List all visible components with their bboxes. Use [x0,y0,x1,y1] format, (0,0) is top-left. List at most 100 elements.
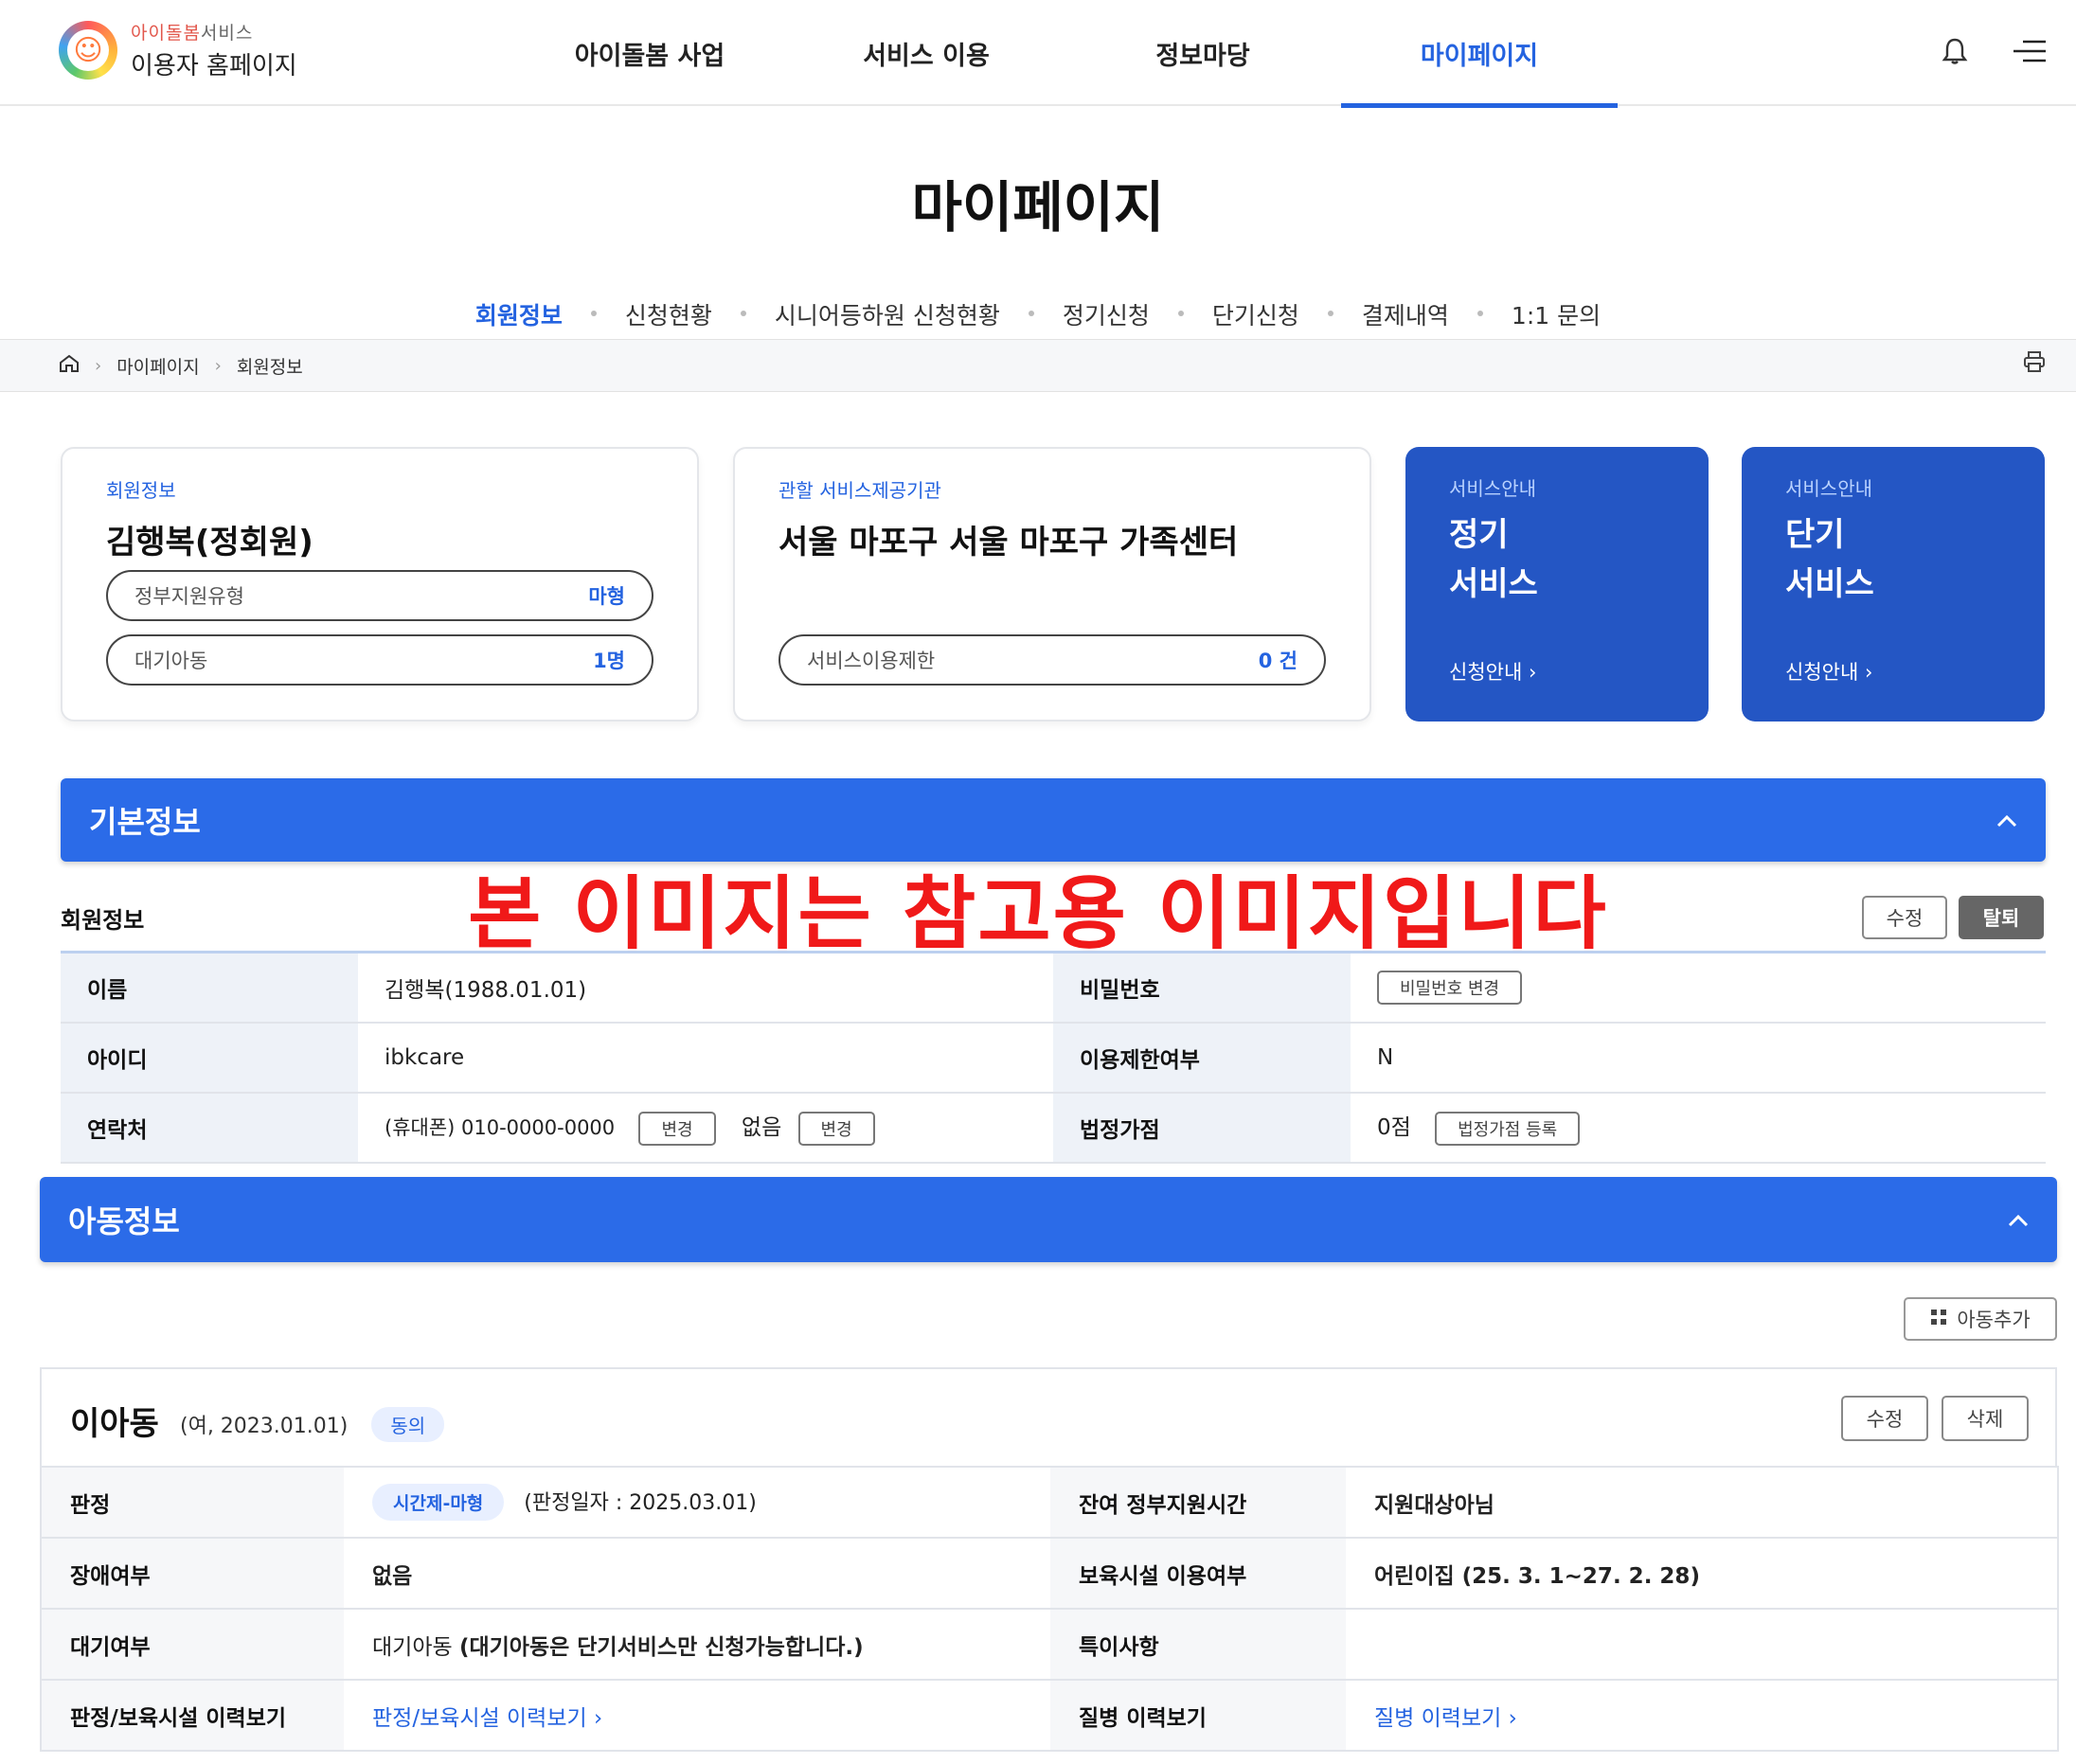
table-row: 판정/보육시설 이력보기 판정/보육시설 이력보기 › 질병 이력보기 질병 이… [41,1680,2058,1752]
id-value: ibkcare [358,1022,1053,1094]
gov-support-type-pill: 정부지원유형 마형 [106,570,653,621]
member-card: 회원정보 김행복(정회원) 정부지원유형 마형 대기아동 1명 [61,447,699,722]
password-label: 비밀번호 [1053,952,1351,1024]
tab-separator [1476,311,1483,316]
tab-member-info[interactable]: 회원정보 [474,290,563,345]
card-title-line1: 단기 [1785,516,1845,554]
logo-subtitle: 아이돌봄서비스 [131,23,254,44]
consent-badge: 동의 [371,1407,445,1442]
home-icon[interactable] [59,354,80,378]
chevron-up-icon[interactable] [1996,806,2017,834]
change-password-button[interactable]: 비밀번호 변경 [1377,970,1523,1005]
bell-icon[interactable] [1932,28,1978,74]
table-row: 대기여부 대기아동 (대기아동은 단기서비스만 신청가능합니다.) 특이사항 [41,1609,2058,1681]
service-restriction-pill: 서비스이용제한 0 건 [778,634,1326,686]
judgement-label: 판정 [41,1467,344,1539]
basic-info-section-header[interactable]: 기본정보 [61,778,2046,862]
contact-value: (휴대폰) 010-0000-0000 [385,1116,616,1140]
sub-tabs: 회원정보 신청현황 시니어등하원 신청현황 정기신청 단기신청 결제내역 1:1… [0,290,2076,345]
edit-member-button[interactable]: 수정 [1862,896,1947,939]
withdraw-button[interactable]: 탈퇴 [1959,896,2044,939]
chevron-right-icon: › [214,355,222,376]
tab-payments[interactable]: 결제내역 [1362,290,1449,345]
tab-separator [1028,311,1034,316]
restriction-value: N [1351,1022,2046,1094]
regular-service-card[interactable]: 서비스안내 정기 서비스 신청안내 › [1405,447,1709,722]
provider-card: 관할 서비스제공기관 서울 마포구 서울 마포구 가족센터 서비스이용제한 0 건 [733,447,1371,722]
restriction-label: 이용제한여부 [1053,1022,1351,1094]
logo-icon: ☺ [59,21,117,80]
contact-secondary-value: 없음 [741,1115,782,1141]
nav-info[interactable]: 정보마당 [1065,0,1341,106]
name-label: 이름 [61,952,358,1024]
site-logo[interactable]: ☺ 아이돌봄서비스 이용자 홈페이지 [59,19,297,81]
legal-points-value: 0점 [1377,1115,1411,1141]
top-header: ☺ 아이돌봄서비스 이용자 홈페이지 아이돌봄 사업 서비스 이용 정보마당 마… [0,0,2076,108]
short-service-card[interactable]: 서비스안내 단기 서비스 신청안내 › [1742,447,2045,722]
add-child-button[interactable]: 아동추가 [1904,1297,2057,1341]
card-label: 서비스안내 [1449,477,1536,500]
disability-label: 장애여부 [41,1538,344,1610]
waiting-children-pill: 대기아동 1명 [106,634,653,686]
reference-watermark: 본 이미지는 참고용 이미지입니다 [468,867,1608,960]
breadcrumb-current: 회원정보 [236,356,303,378]
judgement-type-tag: 시간제-마형 [372,1484,505,1521]
nav-service-use[interactable]: 서비스 이용 [788,0,1065,106]
child-name: 이아동 [70,1405,159,1443]
card-title-line2: 서비스 [1785,565,1874,603]
edit-child-button[interactable]: 수정 [1841,1396,1928,1441]
table-row: 판정 시간제-마형 (판정일자 : 2025.03.01) 잔여 정부지원시간 … [41,1467,2058,1539]
add-child-label: 아동추가 [1957,1309,2031,1331]
card-title-line2: 서비스 [1449,565,1538,603]
card-label: 회원정보 [106,479,176,502]
tab-separator [1177,311,1184,316]
judgement-date: (판정일자 : 2025.03.01) [524,1491,757,1515]
regular-apply-guide-link[interactable]: 신청안내 › [1449,657,1536,686]
remaining-hours-label: 잔여 정부지원시간 [1050,1467,1346,1539]
child-info: (여, 2023.01.01) 동의 [180,1407,445,1442]
nav-mypage[interactable]: 마이페이지 [1341,0,1618,108]
history-link[interactable]: 판정/보육시설 이력보기 › [372,1706,602,1731]
tab-short-apply[interactable]: 단기신청 [1212,290,1299,345]
breadcrumb-mypage[interactable]: 마이페이지 [116,353,199,379]
waiting-note: (대기아동은 단기서비스만 신청가능합니다.) [458,1634,864,1660]
tab-regular-apply[interactable]: 정기신청 [1063,290,1150,345]
child-info-section-header[interactable]: 아동정보 [40,1177,2057,1262]
short-apply-guide-link[interactable]: 신청안내 › [1785,657,1872,686]
change-phone-button[interactable]: 변경 [638,1111,716,1146]
print-icon[interactable] [2023,351,2046,378]
delete-child-button[interactable]: 삭제 [1942,1396,2029,1441]
nav-childcare-business[interactable]: 아이돌봄 사업 [511,0,788,106]
history-label: 판정/보육시설 이력보기 [41,1680,344,1752]
register-legal-points-button[interactable]: 법정가점 등록 [1435,1111,1581,1146]
name-value: 김행복(1988.01.01) [358,952,1053,1024]
child-card-header: 이아동 (여, 2023.01.01) 동의 수정 삭제 [40,1367,2057,1468]
page-title: 마이페이지 [911,175,1165,240]
disability-value: 없음 [344,1538,1050,1610]
tab-inquiry[interactable]: 1:1 문의 [1512,290,1601,345]
table-row: 장애여부 없음 보육시설 이용여부 어린이집 (25. 3. 1~27. 2. … [41,1538,2058,1610]
section-title: 아동정보 [68,1203,180,1239]
daycare-label: 보육시설 이용여부 [1050,1538,1346,1610]
grid-icon [1930,1308,1947,1330]
id-label: 아이디 [61,1022,358,1094]
chevron-up-icon[interactable] [2008,1205,2029,1234]
tab-separator [740,311,746,316]
legal-points-label: 법정가점 [1053,1092,1351,1164]
tab-separator [1327,311,1333,316]
tab-separator [590,311,597,316]
tab-application-status[interactable]: 신청현황 [625,290,712,345]
menu-icon[interactable] [2006,28,2051,74]
card-label: 관할 서비스제공기관 [778,479,941,502]
child-info-table: 판정 시간제-마형 (판정일자 : 2025.03.01) 잔여 정부지원시간 … [40,1466,2059,1752]
provider-name: 서울 마포구 서울 마포구 가족센터 [778,524,1239,561]
change-secondary-contact-button[interactable]: 변경 [797,1111,875,1146]
tab-senior-status[interactable]: 시니어등하원 신청현황 [775,290,1000,345]
waiting-label: 대기여부 [41,1609,344,1681]
table-row: 아이디 ibkcare 이용제한여부 N [61,1022,2046,1094]
card-label: 서비스안내 [1785,477,1872,500]
section-title: 기본정보 [89,804,201,840]
disease-history-link[interactable]: 질병 이력보기 › [1374,1706,1517,1731]
chevron-right-icon: › [95,355,102,376]
logo-title: 이용자 홈페이지 [131,52,297,80]
